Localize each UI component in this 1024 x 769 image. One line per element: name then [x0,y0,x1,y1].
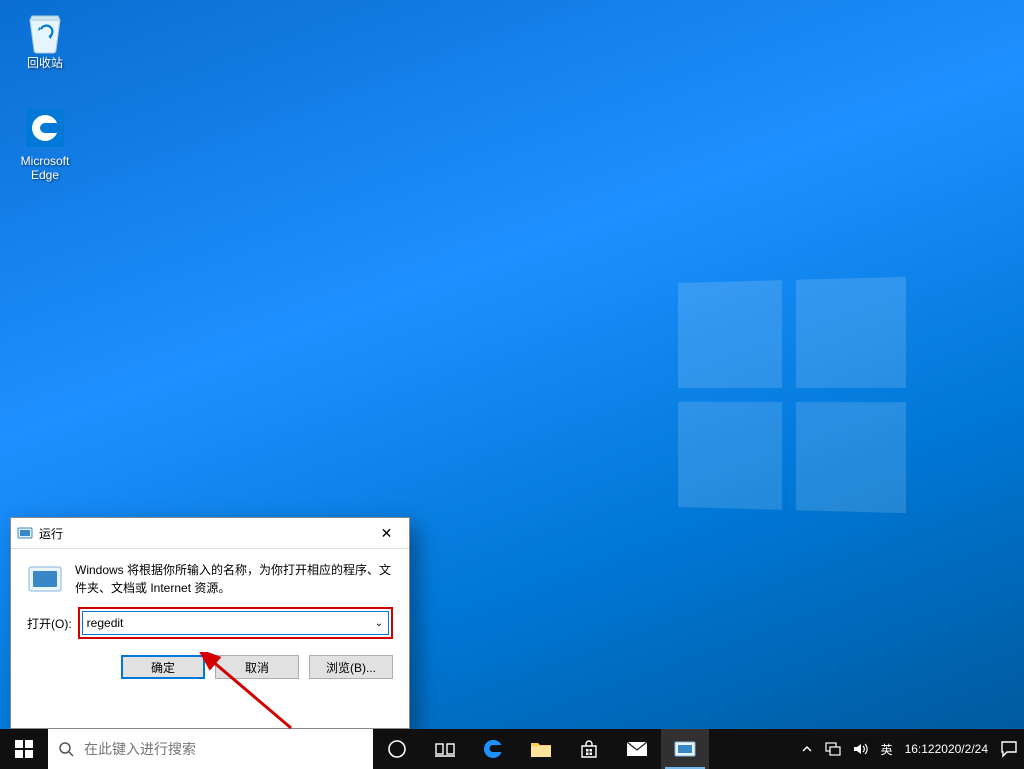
desktop-icon-label: 回收站 [8,56,82,70]
clock-date: 2020/2/24 [935,742,988,756]
tray-ime[interactable]: 英 [875,729,899,769]
tray-network[interactable] [819,729,847,769]
task-view-icon [435,741,455,757]
run-dialog: 运行 ✕ Windows 将根据你所输入的名称，为你打开相应的程序、文件夹、文档… [10,517,410,729]
ime-label: 英 [881,741,893,758]
cancel-button[interactable]: 取消 [215,655,299,679]
clock-time: 16:12 [905,742,935,756]
run-dialog-icon [17,525,33,541]
cortana-icon [387,739,407,759]
network-icon [825,742,841,756]
edge-icon [21,104,69,152]
taskbar-pinned-explorer[interactable] [517,729,565,769]
run-icon [27,561,63,597]
run-dialog-title: 运行 [39,525,63,542]
chevron-up-icon [801,743,813,755]
volume-icon [853,742,869,756]
windows-logo-icon [15,740,33,758]
open-field-highlight: ⌄ [78,607,393,639]
chevron-down-icon[interactable]: ⌄ [370,618,388,629]
file-explorer-icon [530,740,552,758]
store-icon [579,739,599,759]
taskbar-pinned-edge[interactable] [469,729,517,769]
start-button[interactable] [0,729,48,769]
taskbar-search-input[interactable] [82,740,363,758]
search-icon [58,741,74,757]
mail-icon [626,741,648,757]
run-icon [673,739,697,759]
taskbar-running-run[interactable] [661,729,709,769]
cortana-button[interactable] [373,729,421,769]
browse-button[interactable]: 浏览(B)... [309,655,393,679]
tray-clock[interactable]: 16:12 2020/2/24 [899,729,994,769]
close-icon: ✕ [381,525,393,542]
system-tray: 英 16:12 2020/2/24 [795,729,1024,769]
run-dialog-titlebar[interactable]: 运行 ✕ [11,518,409,549]
open-input[interactable] [83,613,370,633]
ok-button[interactable]: 确定 [121,655,205,679]
desktop-icon-label: Microsoft Edge [8,154,82,182]
wallpaper-windows-logo [678,277,906,513]
open-combobox[interactable]: ⌄ [82,611,389,635]
run-dialog-description: Windows 将根据你所输入的名称，为你打开相应的程序、文件夹、文档或 Int… [75,561,393,597]
action-center-button[interactable] [994,729,1024,769]
desktop-icon-recycle-bin[interactable]: 回收站 [8,6,82,70]
tray-volume[interactable] [847,729,875,769]
recycle-bin-icon [21,6,69,54]
notification-icon [1000,740,1018,758]
open-label: 打开(O): [27,615,72,632]
taskbar-search[interactable] [48,729,373,769]
desktop[interactable]: 回收站 Microsoft Edge 运行 ✕ [0,0,1024,729]
taskbar-pinned-mail[interactable] [613,729,661,769]
edge-icon [481,737,505,761]
close-button[interactable]: ✕ [364,518,409,548]
desktop-icon-edge[interactable]: Microsoft Edge [8,104,82,182]
taskbar: 英 16:12 2020/2/24 [0,729,1024,769]
tray-overflow-button[interactable] [795,729,819,769]
task-view-button[interactable] [421,729,469,769]
taskbar-pinned-store[interactable] [565,729,613,769]
